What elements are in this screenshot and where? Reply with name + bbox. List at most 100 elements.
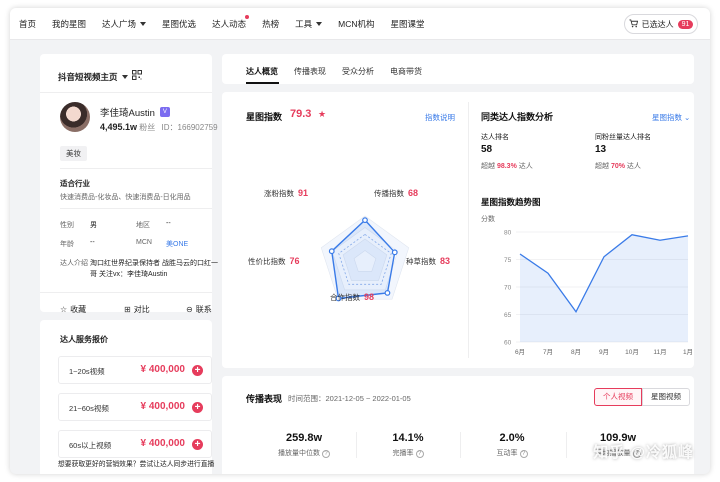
rank-value: 58 <box>481 144 493 155</box>
fans-beat-value: 70% <box>610 163 625 170</box>
add-icon[interactable]: + <box>192 402 203 413</box>
mcn-label: MCN <box>136 239 152 246</box>
divider <box>460 432 461 458</box>
help-icon[interactable]: ? <box>322 450 330 458</box>
tab-ecommerce[interactable]: 电商带货 <box>390 66 422 77</box>
region-value: -- <box>166 220 171 227</box>
radar-point <box>391 249 398 256</box>
metric: 14.1% 完播率? <box>358 432 458 458</box>
intro-line-1: 淘口红世界纪录保持者 战胜马云的口红一 <box>90 260 218 267</box>
fans-rank-beat: 超越 70% 达人 <box>595 161 641 171</box>
help-icon[interactable]: ? <box>415 450 424 458</box>
x-tick-label: 7月 <box>543 348 553 356</box>
contact-button[interactable]: ⊖ 联系 <box>186 304 212 315</box>
add-icon[interactable]: + <box>192 365 203 376</box>
radar-label-value: 98 <box>364 292 375 302</box>
contact-icon: ⊖ <box>186 305 193 314</box>
compare-button[interactable]: ⊞ 对比 <box>124 304 150 315</box>
age-label: 年龄 <box>60 241 74 248</box>
metric-caption: 互动率? <box>462 448 562 458</box>
tab-overview[interactable]: 达人概览 <box>246 66 278 77</box>
metric: 2.0% 互动率? <box>462 432 562 458</box>
price-row: 21~60s视频 ¥ 400,000 + <box>58 393 212 421</box>
kol-name-text: 李佳琦Austin <box>100 108 155 119</box>
platform-label: 抖音短视频主页 <box>58 72 118 82</box>
nav-item[interactable]: 达人广场 <box>94 18 154 30</box>
radar-label-text: 传播指数 <box>374 189 404 198</box>
nav-item[interactable]: 首页 <box>10 18 44 30</box>
tab-spread[interactable]: 传播表现 <box>294 66 326 77</box>
nav-item-label: 星图优选 <box>162 18 197 29</box>
y-tick-label: 75 <box>504 257 512 264</box>
nav-item[interactable]: 达人动态 <box>204 14 254 30</box>
index-explain-link[interactable]: 指数说明 <box>425 112 455 123</box>
nav-item[interactable]: 星图优选 <box>154 18 204 30</box>
radar-label: 种草指数 83 <box>406 256 450 267</box>
metric-caption: 播放量中位数? <box>254 448 354 458</box>
gender-label: 性别 <box>60 222 74 229</box>
avatar[interactable] <box>60 102 90 132</box>
nav-item[interactable]: 工具 <box>287 18 330 30</box>
radar-label-text: 种草指数 <box>406 257 436 266</box>
nav-item-label: MCN机构 <box>338 18 375 29</box>
y-tick-label: 80 <box>504 230 512 237</box>
nav-item[interactable]: 我的星图 <box>44 18 94 30</box>
intro-label: 达人介绍 <box>60 260 88 267</box>
selected-kol-cart-button[interactable]: 已选达人 91 <box>624 14 698 34</box>
divider <box>566 432 567 458</box>
nav-item-label: 首页 <box>19 18 37 29</box>
toggle-star-video[interactable]: 星图视频 <box>642 388 690 406</box>
notification-dot <box>245 14 250 19</box>
favorite-button[interactable]: ☆ 收藏 <box>60 304 86 315</box>
star-outline-icon: ☆ <box>60 305 68 314</box>
pricing-footer: 想要获取更好的营销效果？尝试让达人同步进行直播 <box>58 461 215 468</box>
rank-label: 达人排名 <box>481 134 509 141</box>
mcn-link[interactable]: 美ONE <box>166 239 188 249</box>
peer-dropdown-label: 星图指数 <box>652 113 682 122</box>
radar-point <box>328 248 335 255</box>
perf-range: 时间范围：2021-12-05 ~ 2022-01-05 <box>288 394 411 403</box>
x-tick-label: 11月 <box>653 348 666 356</box>
top-nav: 首页 我的星图 达人广场 星图优选 达人动态 热榜 工具 MCN机构 星图课堂 已选达人 91 <box>10 8 710 40</box>
cart-count-badge: 91 <box>677 19 694 29</box>
qr-code-icon[interactable] <box>132 70 142 80</box>
nav-item[interactable]: MCN机构 <box>330 18 382 30</box>
chevron-down-icon: ⌄ <box>684 113 691 122</box>
app-window: 首页 我的星图 达人广场 星图优选 达人动态 热榜 工具 MCN机构 星图课堂 已选达人 91 … <box>10 8 710 474</box>
y-tick-label: 60 <box>504 340 512 347</box>
radar-point <box>362 217 368 224</box>
x-tick-label: 8月 <box>571 348 581 356</box>
metric-label: 播放量中位数 <box>278 450 320 457</box>
y-tick-label: 70 <box>504 285 512 292</box>
tab-audience[interactable]: 受众分析 <box>342 66 374 77</box>
x-tick-label: 1月 <box>683 348 693 356</box>
industry-title: 适合行业 <box>60 179 90 188</box>
nav-item[interactable]: 热榜 <box>254 18 287 30</box>
fans-rank-value: 13 <box>595 144 607 155</box>
verified-icon: V <box>159 107 170 117</box>
trend-chart: 60 65 70 75 80 6月 7月 8月 9月 10月 11月 1月 <box>504 230 693 357</box>
index-score: 79.3 <box>290 108 312 120</box>
trend-area <box>520 234 688 342</box>
watermark: 知乎 @冷狐峰 <box>593 444 694 461</box>
peer-metric-dropdown[interactable]: 星图指数 ⌄ <box>652 112 690 123</box>
platform-selector[interactable]: 抖音短视频主页 <box>58 71 128 83</box>
fans-label: 粉丝 <box>139 123 156 132</box>
fans-beat-suffix: 达人 <box>626 163 641 170</box>
toggle-personal-video[interactable]: 个人视频 <box>594 388 642 406</box>
radar-label: 性价比指数 76 <box>248 256 300 267</box>
radar-label: 合作指数 98 <box>330 292 374 303</box>
contact-label: 联系 <box>195 305 212 314</box>
chevron-down-icon <box>121 75 128 79</box>
y-tick-label: 65 <box>504 312 512 319</box>
add-icon[interactable]: + <box>192 439 203 450</box>
rank-beat-suffix: 达人 <box>518 163 533 170</box>
help-icon[interactable]: ? <box>519 450 528 458</box>
nav-item[interactable]: 星图课堂 <box>382 18 432 30</box>
nav-item-label: 达人动态 <box>212 18 247 29</box>
radar-label-text: 性价比指数 <box>248 257 286 266</box>
rank-beat-prefix: 超越 <box>481 163 495 170</box>
nav-menu: 首页 我的星图 达人广场 星图优选 达人动态 热榜 工具 MCN机构 星图课堂 <box>10 14 432 30</box>
index-card: 星图指数 79.3 ★ 指数说明 涨粉指数 91 传播指数 68 种草指数 83 合作指数 9… <box>222 92 694 368</box>
trend-title: 星图指数趋势图 <box>481 197 541 207</box>
